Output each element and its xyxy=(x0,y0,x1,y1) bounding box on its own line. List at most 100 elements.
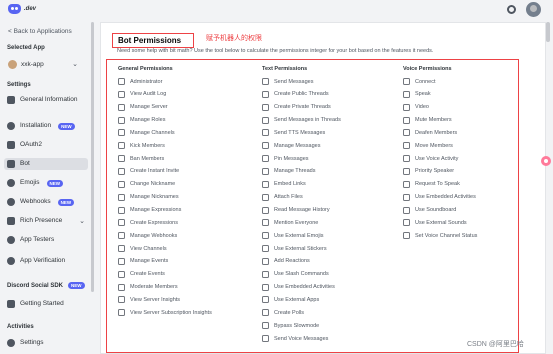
permission-checkbox[interactable] xyxy=(262,335,269,342)
permission-checkbox[interactable] xyxy=(118,180,125,188)
permission-option[interactable]: Manage Threads xyxy=(262,167,315,175)
permission-option[interactable]: Manage Roles xyxy=(118,116,165,124)
permission-option[interactable]: Use External Sounds xyxy=(403,219,467,227)
sidebar-item-emojis[interactable]: Emojis NEW xyxy=(4,177,88,189)
permission-checkbox[interactable] xyxy=(403,116,410,124)
permission-checkbox[interactable] xyxy=(262,270,269,278)
permission-checkbox[interactable] xyxy=(262,283,269,291)
permission-checkbox[interactable] xyxy=(262,232,269,240)
permission-checkbox[interactable] xyxy=(262,78,269,85)
permission-checkbox[interactable] xyxy=(403,129,410,137)
permission-checkbox[interactable] xyxy=(118,155,125,163)
permission-checkbox[interactable] xyxy=(118,78,125,85)
permission-checkbox[interactable] xyxy=(118,245,125,253)
permission-checkbox[interactable] xyxy=(403,167,410,175)
permission-checkbox[interactable] xyxy=(262,167,269,175)
permission-option[interactable]: Bypass Slowmode xyxy=(262,322,319,330)
permission-checkbox[interactable] xyxy=(118,193,125,201)
permission-checkbox[interactable] xyxy=(403,90,410,98)
permission-option[interactable]: Create Instant Invite xyxy=(118,167,179,175)
permission-option[interactable]: Ban Members xyxy=(118,155,164,163)
permission-checkbox[interactable] xyxy=(403,78,410,85)
permission-checkbox[interactable] xyxy=(262,129,269,137)
permission-checkbox[interactable] xyxy=(262,206,269,214)
theme-toggle-icon[interactable] xyxy=(507,5,516,14)
permission-option[interactable]: Read Message History xyxy=(262,206,330,214)
permission-option[interactable]: Change Nickname xyxy=(118,180,175,188)
permission-option[interactable]: Priority Speaker xyxy=(403,167,454,175)
permission-option[interactable]: View Channels xyxy=(118,245,167,253)
permission-checkbox[interactable] xyxy=(118,296,125,304)
permission-checkbox[interactable] xyxy=(262,257,269,265)
permission-checkbox[interactable] xyxy=(262,155,269,163)
permission-checkbox[interactable] xyxy=(118,219,125,227)
permission-option[interactable]: Create Private Threads xyxy=(262,103,331,111)
sidebar-item-app-verification[interactable]: App Verification xyxy=(4,255,88,267)
permission-option[interactable]: View Server Insights xyxy=(118,296,180,304)
permission-option[interactable]: Video xyxy=(403,103,429,111)
sidebar-item-bot[interactable]: Bot xyxy=(4,158,88,170)
permission-option[interactable]: Set Voice Channel Status xyxy=(403,232,477,240)
user-avatar[interactable] xyxy=(526,2,541,17)
permission-checkbox[interactable] xyxy=(118,309,125,317)
permission-option[interactable]: Use Soundboard xyxy=(403,206,456,214)
permission-option[interactable]: Administrator xyxy=(118,78,162,85)
permission-option[interactable]: View Server Subscription Insights xyxy=(118,309,212,317)
permission-option[interactable]: Move Members xyxy=(403,142,453,150)
permission-option[interactable]: Create Expressions xyxy=(118,219,178,227)
permission-option[interactable]: Send Voice Messages xyxy=(262,335,328,342)
sidebar-item-installation[interactable]: Installation NEW xyxy=(4,120,88,132)
permission-option[interactable]: Create Polls xyxy=(262,309,304,317)
sidebar-scrollbar[interactable] xyxy=(91,22,94,292)
permission-checkbox[interactable] xyxy=(262,142,269,150)
sidebar-item-rich-presence[interactable]: Rich Presence ⌄ xyxy=(4,215,88,227)
permission-checkbox[interactable] xyxy=(118,257,125,265)
permission-option[interactable]: Manage Nicknames xyxy=(118,193,179,201)
permission-checkbox[interactable] xyxy=(262,309,269,317)
permission-option[interactable]: Use External Apps xyxy=(262,296,319,304)
permission-option[interactable]: Speak xyxy=(403,90,431,98)
permission-option[interactable]: Manage Expressions xyxy=(118,206,181,214)
permission-option[interactable]: Deafen Members xyxy=(403,129,457,137)
permission-option[interactable]: Send TTS Messages xyxy=(262,129,325,137)
permission-checkbox[interactable] xyxy=(118,103,125,111)
permission-option[interactable]: Create Events xyxy=(118,270,165,278)
permission-option[interactable]: Attach Files xyxy=(262,193,303,201)
permission-option[interactable]: Use Voice Activity xyxy=(403,155,458,163)
permission-option[interactable]: Manage Messages xyxy=(262,142,320,150)
permission-checkbox[interactable] xyxy=(262,193,269,201)
permission-checkbox[interactable] xyxy=(262,180,269,188)
permission-option[interactable]: Connect xyxy=(403,78,436,85)
permission-option[interactable]: Use External Emojis xyxy=(262,232,324,240)
discord-logo[interactable]: .dev xyxy=(8,4,36,14)
permission-option[interactable]: Manage Events xyxy=(118,257,168,265)
permission-option[interactable]: Manage Channels xyxy=(118,129,175,137)
permission-checkbox[interactable] xyxy=(118,90,125,98)
permission-checkbox[interactable] xyxy=(403,206,410,214)
permission-checkbox[interactable] xyxy=(118,283,125,291)
permission-option[interactable]: Manage Webhooks xyxy=(118,232,177,240)
sidebar-item-activities-settings[interactable]: Settings xyxy=(4,337,88,349)
sidebar-item-getting-started[interactable]: Getting Started xyxy=(4,298,88,310)
permission-option[interactable]: Use Slash Commands xyxy=(262,270,329,278)
permission-option[interactable]: Add Reactions xyxy=(262,257,310,265)
permission-checkbox[interactable] xyxy=(262,322,269,330)
permission-option[interactable]: Moderate Members xyxy=(118,283,178,291)
permission-option[interactable]: Mention Everyone xyxy=(262,219,318,227)
floating-assistant-icon[interactable] xyxy=(541,156,551,166)
permission-option[interactable]: Create Public Threads xyxy=(262,90,329,98)
permission-checkbox[interactable] xyxy=(403,142,410,150)
sidebar-item-oauth2[interactable]: OAuth2 xyxy=(4,139,88,151)
content-scrollbar[interactable] xyxy=(546,22,550,42)
permission-checkbox[interactable] xyxy=(118,142,125,150)
permission-checkbox[interactable] xyxy=(118,116,125,124)
permission-checkbox[interactable] xyxy=(118,270,125,278)
sidebar-item-general-information[interactable]: General Information xyxy=(4,94,88,106)
back-to-applications-link[interactable]: < Back to Applications xyxy=(8,28,72,35)
permission-option[interactable]: View Audit Log xyxy=(118,90,166,98)
permission-checkbox[interactable] xyxy=(262,296,269,304)
sidebar-item-webhooks[interactable]: Webhooks NEW xyxy=(4,196,88,208)
permission-checkbox[interactable] xyxy=(262,116,269,124)
permission-checkbox[interactable] xyxy=(262,103,269,111)
permission-checkbox[interactable] xyxy=(262,245,269,253)
